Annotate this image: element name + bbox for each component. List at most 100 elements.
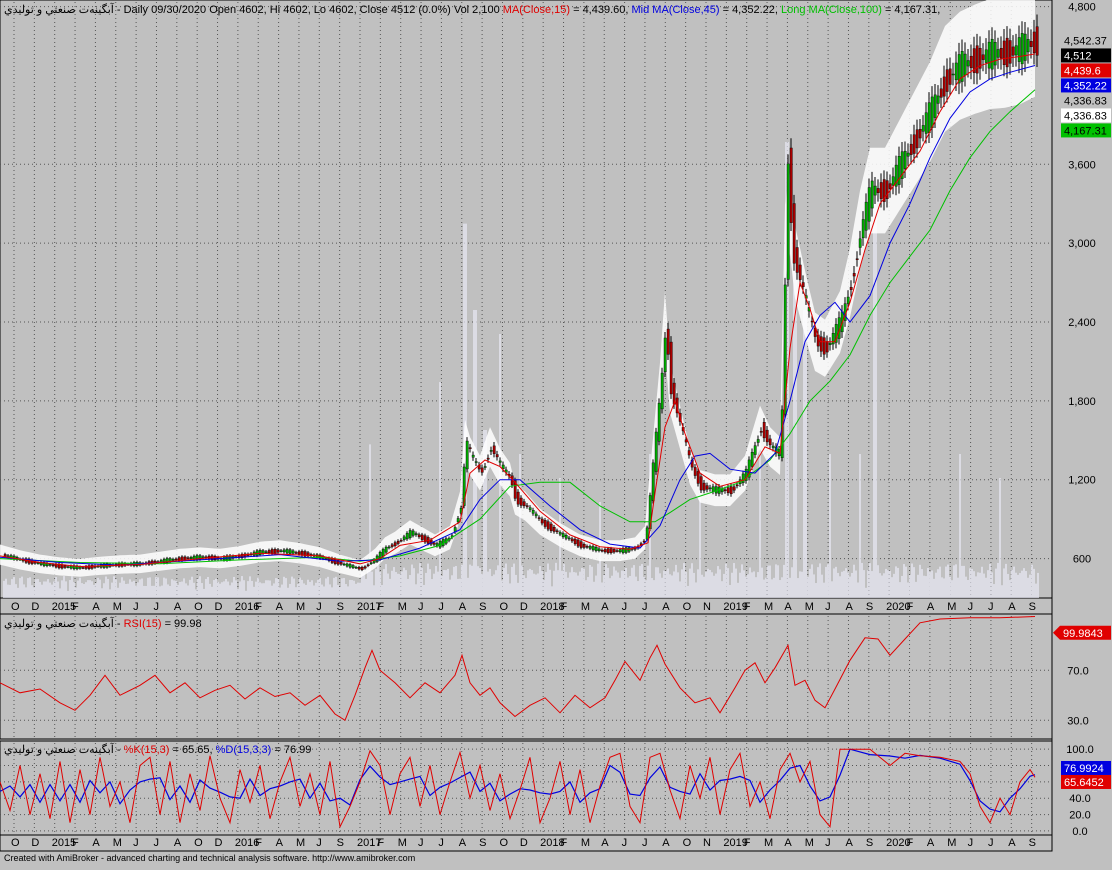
candle-body[interactable] [543, 520, 547, 527]
candle-body[interactable] [864, 201, 868, 231]
candle-body[interactable] [984, 49, 988, 63]
candle-body[interactable] [456, 518, 460, 523]
candle-body[interactable] [567, 537, 571, 540]
candle-body[interactable] [906, 152, 910, 157]
candle-body[interactable] [729, 486, 733, 495]
candle-body[interactable] [999, 48, 1003, 59]
candle-body[interactable] [1017, 37, 1021, 62]
candle-body[interactable] [846, 296, 850, 304]
candle-body[interactable] [291, 550, 295, 554]
candle-body[interactable] [1032, 31, 1036, 54]
candle-body[interactable] [531, 510, 535, 514]
candle-body[interactable] [822, 337, 826, 355]
candle-body[interactable] [1035, 26, 1039, 56]
candle-body[interactable] [69, 565, 73, 569]
candle-body[interactable] [966, 60, 970, 67]
candle-body[interactable] [537, 517, 541, 519]
candle-body[interactable] [954, 62, 958, 81]
candle-body[interactable] [345, 563, 349, 567]
candle-body[interactable] [741, 473, 745, 483]
candle-body[interactable] [939, 88, 943, 98]
candle-body[interactable] [603, 549, 607, 553]
candle-body[interactable] [969, 55, 973, 69]
candle-body[interactable] [177, 557, 181, 561]
candle-body[interactable] [798, 264, 802, 280]
candle-body[interactable] [279, 550, 283, 552]
candle-body[interactable] [609, 548, 613, 553]
candle-body[interactable] [405, 533, 409, 540]
candle-body[interactable] [792, 203, 796, 264]
candle-body[interactable] [489, 450, 493, 452]
candle-body[interactable] [360, 566, 364, 570]
candle-body[interactable] [63, 565, 67, 568]
candle-body[interactable] [990, 39, 994, 70]
candle-body[interactable] [402, 536, 406, 540]
candle-body[interactable] [522, 501, 526, 506]
candle-body[interactable] [483, 466, 487, 468]
candle-body[interactable] [438, 540, 442, 548]
candle-body[interactable] [1005, 37, 1009, 68]
candle-body[interactable] [183, 556, 187, 561]
candle-body[interactable] [396, 540, 400, 544]
candle-body[interactable] [582, 544, 586, 548]
candle-body[interactable] [591, 546, 595, 551]
candle-body[interactable] [570, 538, 574, 542]
candle-body[interactable] [993, 42, 997, 66]
candle-body[interactable] [831, 333, 835, 345]
candle-body[interactable] [51, 564, 55, 566]
candle-body[interactable] [735, 484, 739, 487]
candle-body[interactable] [597, 548, 601, 551]
candle-body[interactable] [1029, 41, 1033, 47]
candle-body[interactable] [471, 454, 475, 458]
candle-body[interactable] [663, 337, 667, 372]
candle-body[interactable] [693, 467, 697, 476]
candle-body[interactable] [873, 185, 877, 196]
candle-body[interactable] [903, 150, 907, 169]
candle-body[interactable] [942, 76, 946, 97]
candle-body[interactable] [399, 540, 403, 542]
candle-body[interactable] [759, 431, 763, 433]
candle-body[interactable] [771, 445, 775, 448]
candle-body[interactable] [264, 551, 268, 553]
candle-body[interactable] [612, 549, 616, 553]
candle-body[interactable] [669, 341, 673, 395]
candle-body[interactable] [1023, 33, 1027, 61]
candle-body[interactable] [936, 95, 940, 104]
candle-body[interactable] [573, 538, 577, 545]
candle-body[interactable] [858, 238, 862, 248]
candle-body[interactable] [282, 549, 286, 553]
candle-body[interactable] [81, 567, 85, 569]
candle-body[interactable] [411, 530, 415, 536]
candle-body[interactable] [606, 548, 610, 553]
candle-body[interactable] [189, 557, 193, 559]
candle-body[interactable] [918, 128, 922, 139]
candle-body[interactable] [432, 542, 436, 545]
candle-body[interactable] [333, 558, 337, 564]
candle-body[interactable] [549, 523, 553, 531]
candle-body[interactable] [576, 539, 580, 547]
candle-body[interactable] [285, 549, 289, 554]
candle-body[interactable] [369, 562, 373, 564]
candle-body[interactable] [534, 513, 538, 517]
candle-body[interactable] [651, 462, 655, 501]
candle-body[interactable] [36, 562, 40, 564]
candle-body[interactable] [618, 549, 622, 553]
candle-body[interactable] [492, 445, 496, 454]
candle-body[interactable] [546, 521, 550, 530]
candle-body[interactable] [270, 549, 274, 554]
chart-canvas[interactable]: 600 1,200 1,800 2,400 3,000 3,600 4,800 4,542.3… [0, 0, 1112, 865]
candle-body[interactable] [501, 464, 505, 469]
candle-body[interactable] [552, 526, 556, 532]
candle-body[interactable] [48, 564, 52, 566]
candle-body[interactable] [948, 68, 952, 85]
candle-body[interactable] [723, 489, 727, 491]
candle-body[interactable] [987, 41, 991, 69]
candle-body[interactable] [273, 549, 277, 554]
candle-body[interactable] [297, 551, 301, 555]
candle-body[interactable] [528, 507, 532, 510]
candle-body[interactable] [933, 94, 937, 118]
candle-body[interactable] [519, 497, 523, 506]
candle-body[interactable] [654, 431, 658, 472]
candle-body[interactable] [945, 69, 949, 92]
candle-body[interactable] [258, 550, 262, 555]
